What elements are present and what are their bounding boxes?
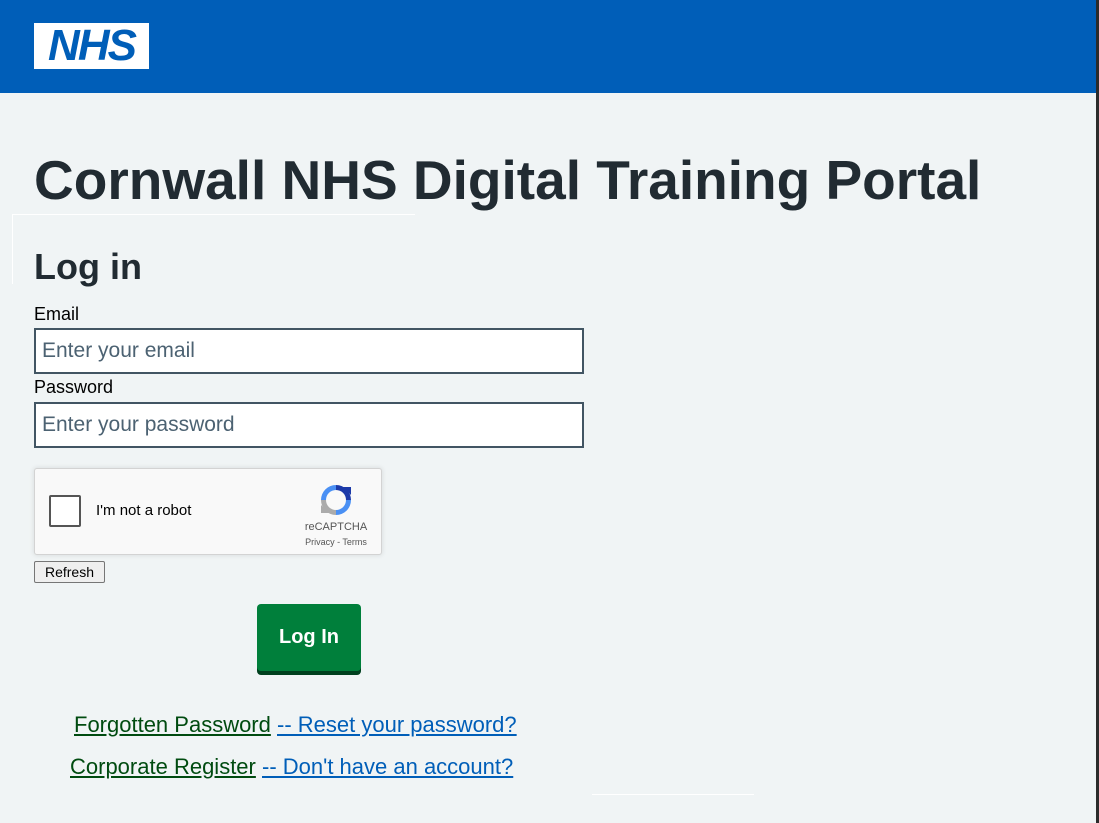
recaptcha-brand: reCAPTCHA	[304, 521, 368, 533]
login-heading: Log in	[34, 246, 142, 287]
divider-line	[592, 794, 754, 795]
forgotten-password-link[interactable]: Forgotten Password	[74, 712, 271, 737]
recaptcha-widget: I'm not a robot reCAPTCHA Privacy - Term…	[34, 468, 382, 555]
email-input[interactable]	[34, 328, 584, 374]
recaptcha-privacy-terms[interactable]: Privacy - Terms	[297, 537, 375, 547]
email-label: Email	[34, 304, 80, 324]
password-label: Password	[34, 377, 114, 397]
page-title: Cornwall NHS Digital Training Portal	[34, 149, 982, 211]
password-input[interactable]	[34, 402, 584, 448]
recaptcha-label: I'm not a robot	[96, 502, 192, 519]
site-header: NHS	[0, 0, 1099, 93]
divider-line	[12, 214, 13, 284]
recaptcha-checkbox[interactable]	[49, 495, 81, 527]
reset-password-link[interactable]: -- Reset your password?	[277, 712, 517, 737]
nhs-logo[interactable]: NHS	[34, 23, 149, 69]
refresh-button[interactable]: Refresh	[34, 561, 105, 583]
divider-line	[12, 214, 415, 215]
corporate-register-link[interactable]: Corporate Register	[70, 754, 256, 779]
register-row: Corporate Register -- Don't have an acco…	[70, 753, 513, 781]
forgot-password-row: Forgotten Password -- Reset your passwor…	[74, 711, 517, 739]
create-account-link[interactable]: -- Don't have an account?	[262, 754, 513, 779]
recaptcha-icon	[321, 485, 351, 515]
login-button[interactable]: Log In	[257, 604, 361, 671]
